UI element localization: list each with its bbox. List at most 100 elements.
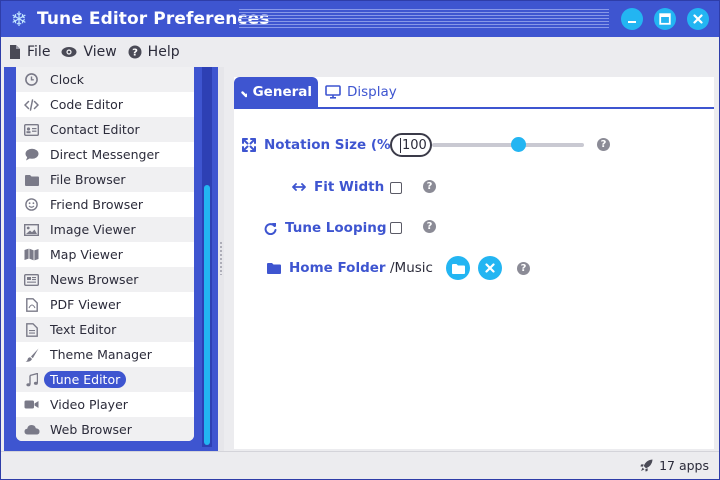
redo-icon: [264, 222, 277, 235]
tab-bar: General Display: [234, 77, 714, 109]
sidebar-item-map-viewer[interactable]: Map Viewer: [16, 242, 194, 267]
menu-help[interactable]: ? Help: [126, 44, 189, 60]
sidebar-item-label: News Browser: [50, 272, 139, 287]
sidebar-item-label: Text Editor: [50, 322, 117, 337]
close-button[interactable]: [687, 8, 709, 30]
app-sidebar: Clock Code Editor Contact Editor Direct Mes…: [4, 67, 218, 451]
tab-display-label: Display: [347, 84, 397, 100]
sidebar-item-tune-editor[interactable]: Tune Editor: [16, 367, 194, 392]
paintbrush-icon: [23, 346, 40, 363]
fit-width-help-icon[interactable]: ?: [423, 180, 436, 193]
home-folder-row-label: Home Folder: [267, 260, 386, 276]
cloud-icon: [23, 421, 40, 438]
sidebar-item-label: Code Editor: [50, 97, 123, 112]
maximize-icon: [659, 13, 671, 25]
pdf-file-icon: [23, 296, 40, 313]
close-icon: [693, 14, 703, 24]
notation-size-slider[interactable]: [432, 143, 584, 147]
app-list: Clock Code Editor Contact Editor Direct Mes…: [16, 67, 194, 441]
video-camera-icon: [23, 396, 40, 413]
tune-looping-row-label: Tune Looping: [264, 220, 387, 236]
folder-icon: [23, 171, 40, 188]
window-title: Tune Editor Preferences: [37, 9, 270, 29]
fit-width-label: Fit Width: [314, 179, 385, 195]
app-count-status: 17 apps: [640, 458, 709, 473]
image-icon: [23, 221, 40, 238]
tune-looping-label: Tune Looping: [285, 220, 387, 236]
tune-looping-help-icon[interactable]: ?: [423, 220, 436, 233]
checkmark-icon: [241, 91, 247, 98]
menu-view[interactable]: View: [59, 44, 125, 60]
sidebar-item-label: Map Viewer: [50, 247, 123, 262]
preferences-window: ❄ Tune Editor Preferences File View ? He…: [0, 0, 720, 480]
notation-size-row-label: Notation Size (%): [242, 137, 397, 153]
title-bar[interactable]: ❄ Tune Editor Preferences: [1, 1, 719, 37]
sidebar-item-label: Video Player: [50, 397, 128, 412]
home-folder-help-icon[interactable]: ?: [517, 262, 530, 275]
menu-bar: File View ? Help: [1, 37, 719, 67]
minimize-icon: [628, 21, 636, 23]
menu-file-label: File: [27, 44, 51, 60]
status-bar: 17 apps: [1, 451, 719, 479]
sidebar-item-contact-editor[interactable]: Contact Editor: [16, 117, 194, 142]
svg-text:?: ?: [132, 48, 138, 59]
sidebar-item-web-browser[interactable]: Web Browser: [16, 417, 194, 441]
sidebar-item-video-player[interactable]: Video Player: [16, 392, 194, 417]
home-folder-value: /Music: [390, 260, 433, 276]
clear-folder-button[interactable]: [478, 256, 502, 280]
maximize-button[interactable]: [654, 8, 676, 30]
map-icon: [23, 246, 40, 263]
sidebar-item-text-editor[interactable]: Text Editor: [16, 317, 194, 342]
address-card-icon: [23, 121, 40, 138]
choose-folder-button[interactable]: [446, 256, 470, 280]
menu-view-label: View: [83, 44, 117, 60]
sidebar-item-pdf-viewer[interactable]: PDF Viewer: [16, 292, 194, 317]
expand-arrows-icon: [242, 138, 256, 152]
tab-display[interactable]: Display: [318, 77, 403, 107]
menu-file[interactable]: File: [7, 44, 59, 60]
clock-icon: [23, 71, 40, 88]
snowflake-icon: ❄: [10, 7, 28, 31]
tab-general-label: General: [252, 84, 312, 100]
sidebar-item-label: Image Viewer: [50, 222, 136, 237]
folder-icon: [267, 263, 281, 274]
newspaper-icon: [23, 271, 40, 288]
sidebar-item-label: File Browser: [50, 172, 126, 187]
code-icon: [23, 96, 40, 113]
home-folder-label: Home Folder: [289, 260, 386, 276]
fit-width-row-label: Fit Width: [292, 179, 384, 195]
notation-size-label: Notation Size (%): [264, 137, 397, 153]
horizontal-arrows-icon: [292, 183, 306, 191]
smiley-icon: [23, 196, 40, 213]
minimize-button[interactable]: [621, 8, 643, 30]
preferences-panel: General Display Notation Size (%) 100 ?: [224, 67, 719, 451]
sidebar-item-image-viewer[interactable]: Image Viewer: [16, 217, 194, 242]
notation-size-help-icon[interactable]: ?: [597, 138, 610, 151]
splitter-grip[interactable]: [219, 241, 223, 275]
sidebar-scroll-thumb[interactable]: [204, 185, 210, 445]
clear-icon: [485, 263, 495, 273]
sidebar-item-label: Theme Manager: [50, 347, 152, 362]
app-count-label: 17 apps: [659, 458, 709, 473]
sidebar-item-direct-messenger[interactable]: Direct Messenger: [16, 142, 194, 167]
eye-icon: [61, 47, 77, 57]
fit-width-checkbox[interactable]: [390, 182, 402, 194]
sidebar-item-friend-browser[interactable]: Friend Browser: [16, 192, 194, 217]
text-file-icon: [23, 321, 40, 338]
sidebar-item-theme-manager[interactable]: Theme Manager: [16, 342, 194, 367]
title-bar-grip[interactable]: [239, 9, 609, 29]
help-circle-icon: ?: [128, 45, 142, 59]
sidebar-item-label: Tune Editor: [44, 371, 127, 388]
tune-looping-checkbox[interactable]: [390, 222, 402, 234]
sidebar-item-label: Web Browser: [50, 422, 132, 437]
tab-general[interactable]: General: [234, 77, 318, 107]
sidebar-item-label: PDF Viewer: [50, 297, 121, 312]
notation-size-value: 100: [400, 137, 427, 153]
notation-size-input[interactable]: 100: [390, 133, 432, 157]
monitor-icon: [325, 85, 341, 99]
sidebar-item-news-browser[interactable]: News Browser: [16, 267, 194, 292]
sidebar-item-file-browser[interactable]: File Browser: [16, 167, 194, 192]
rocket-icon: [640, 459, 653, 472]
sidebar-item-clock[interactable]: Clock: [16, 67, 194, 92]
sidebar-item-code-editor[interactable]: Code Editor: [16, 92, 194, 117]
